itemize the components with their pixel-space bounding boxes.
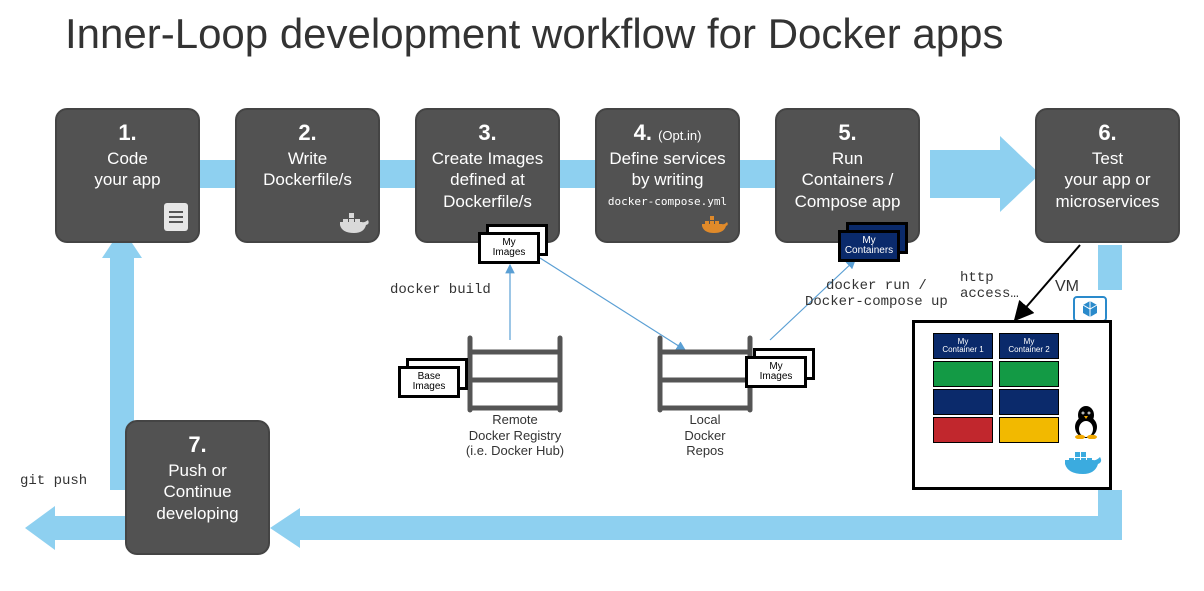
shelf-remote-registry	[460, 338, 570, 421]
label-docker-build: docker build	[390, 282, 491, 298]
docker-icon	[702, 213, 730, 235]
vm-container-col-1: My Container 1	[933, 333, 993, 445]
shelf-local-repos	[650, 338, 760, 421]
document-icon	[164, 203, 188, 231]
step-2-dockerfile: 2. Write Dockerfile/s	[235, 108, 380, 243]
step-4-compose: 4. (Opt.in) Define services by writing d…	[595, 108, 740, 243]
vm-label: VM	[1055, 278, 1079, 296]
label-git-push: git push	[20, 473, 87, 489]
step-7-push: 7. Push or Continue developing	[125, 420, 270, 555]
vm-panel: My Container 1 My Container 2	[912, 320, 1112, 490]
git-push-arrow	[25, 506, 125, 550]
label-remote-registry: Remote Docker Registry (i.e. Docker Hub)	[445, 412, 585, 459]
vm-container-col-2: My Container 2	[999, 333, 1059, 445]
step-1-code: 1. Code your app	[55, 108, 200, 243]
label-docker-run: docker run / Docker-compose up	[805, 278, 948, 310]
label-local-repos: Local Docker Repos	[665, 412, 745, 459]
step-3-create-images: 3. Create Images defined at Dockerfile/s	[415, 108, 560, 243]
docker-icon	[340, 209, 370, 235]
step-6-test: 6. Test your app or microservices	[1035, 108, 1180, 243]
label-http-access: http access…	[960, 270, 1019, 302]
linux-penguin-icon	[1071, 405, 1101, 444]
docker-whale-icon	[1065, 448, 1103, 481]
page-title: Inner-Loop development workflow for Dock…	[65, 10, 1003, 58]
arrow-myimages-to-local	[540, 258, 685, 350]
